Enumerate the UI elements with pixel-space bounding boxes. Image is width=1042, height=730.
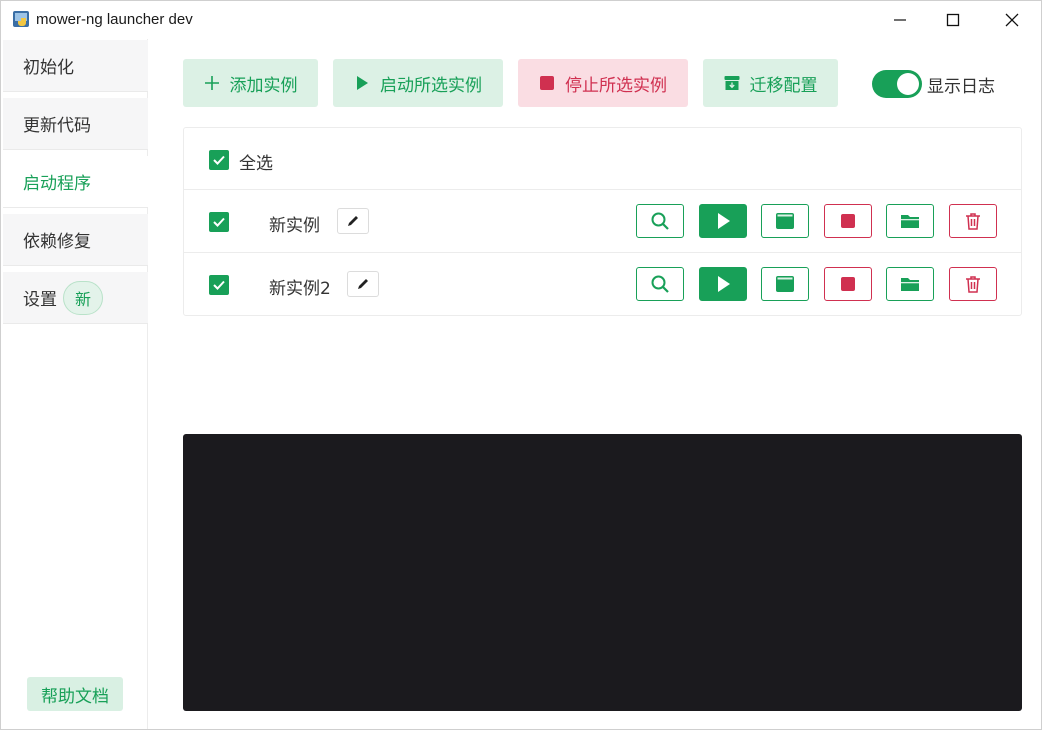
close-icon	[1005, 13, 1019, 27]
check-icon	[213, 155, 225, 165]
play-icon	[718, 276, 730, 292]
stop-icon	[841, 214, 855, 228]
window-button[interactable]	[761, 267, 809, 301]
pencil-icon	[348, 216, 358, 226]
maximize-icon	[946, 13, 960, 27]
sidebar: 初始化 更新代码 启动程序 依赖修复 设置 新 帮助文档	[2, 39, 148, 729]
play-icon	[718, 213, 730, 229]
window-title: mower-ng launcher dev	[36, 11, 193, 28]
show-log-toggle[interactable]	[872, 70, 922, 98]
rename-button[interactable]	[347, 271, 379, 297]
pencil-icon	[358, 279, 368, 289]
minimize-icon	[894, 19, 906, 21]
show-log-label: 显示日志	[927, 77, 995, 97]
sidebar-item-label: 初始化	[23, 58, 74, 78]
archive-icon	[724, 76, 739, 90]
log-output[interactable]	[183, 434, 1022, 711]
sidebar-item-settings[interactable]: 设置 新	[3, 272, 148, 324]
start-selected-button[interactable]: 启动所选实例	[333, 59, 503, 107]
sidebar-item-dependency-repair[interactable]: 依赖修复	[3, 214, 148, 266]
instance-list: 全选 新实例 新实例2	[183, 127, 1022, 316]
new-badge: 新	[63, 280, 103, 315]
trash-icon	[966, 213, 980, 230]
rename-button[interactable]	[337, 208, 369, 234]
stop-selected-button[interactable]: 停止所选实例	[518, 59, 688, 107]
instance-checkbox[interactable]	[209, 275, 229, 295]
folder-icon	[901, 215, 919, 228]
search-icon	[651, 275, 669, 293]
delete-instance-button[interactable]	[949, 204, 997, 238]
open-folder-button[interactable]	[886, 267, 934, 301]
window-icon	[776, 213, 794, 229]
window-button[interactable]	[761, 204, 809, 238]
migrate-config-label: 迁移配置	[749, 75, 818, 96]
add-instance-button[interactable]: 添加实例	[183, 59, 318, 107]
play-icon	[357, 76, 368, 90]
start-instance-button[interactable]	[699, 204, 747, 238]
maximize-button[interactable]	[930, 1, 976, 39]
stop-icon	[540, 76, 554, 90]
select-all-checkbox[interactable]	[209, 150, 229, 170]
stop-instance-button[interactable]	[824, 204, 872, 238]
instance-checkbox[interactable]	[209, 212, 229, 232]
window-icon	[776, 276, 794, 292]
trash-icon	[966, 276, 980, 293]
stop-icon	[841, 277, 855, 291]
sidebar-item-label: 设置	[23, 290, 57, 310]
sidebar-item-init[interactable]: 初始化	[3, 40, 148, 92]
inspect-button[interactable]	[636, 204, 684, 238]
start-selected-label: 启动所选实例	[380, 75, 482, 96]
minimize-button[interactable]	[877, 1, 923, 39]
select-all-label: 全选	[239, 154, 273, 174]
sidebar-item-label: 启动程序	[23, 174, 91, 194]
app-window: mower-ng launcher dev 初始化 更新代码 启动程序 依赖修复…	[0, 0, 1042, 730]
instance-name: 新实例2	[269, 279, 331, 299]
python-app-icon	[13, 11, 29, 27]
plus-icon	[204, 76, 219, 90]
sidebar-item-label: 依赖修复	[23, 232, 91, 252]
title-bar: mower-ng launcher dev	[1, 1, 1041, 39]
row-divider	[184, 252, 1021, 253]
open-folder-button[interactable]	[886, 204, 934, 238]
check-icon	[213, 280, 225, 290]
sidebar-item-label: 更新代码	[23, 116, 91, 136]
migrate-config-button[interactable]: 迁移配置	[703, 59, 838, 107]
instance-name: 新实例	[269, 216, 320, 236]
stop-instance-button[interactable]	[824, 267, 872, 301]
delete-instance-button[interactable]	[949, 267, 997, 301]
toggle-knob	[897, 73, 919, 95]
close-button[interactable]	[989, 1, 1035, 39]
inspect-button[interactable]	[636, 267, 684, 301]
sidebar-item-update-code[interactable]: 更新代码	[3, 98, 148, 150]
add-instance-label: 添加实例	[229, 75, 298, 96]
check-icon	[213, 217, 225, 227]
stop-selected-label: 停止所选实例	[565, 75, 667, 96]
folder-icon	[901, 278, 919, 291]
start-instance-button[interactable]	[699, 267, 747, 301]
row-divider	[184, 189, 1021, 190]
sidebar-item-launch[interactable]: 启动程序	[3, 156, 148, 208]
help-docs-button[interactable]: 帮助文档	[27, 677, 123, 711]
search-icon	[651, 212, 669, 230]
